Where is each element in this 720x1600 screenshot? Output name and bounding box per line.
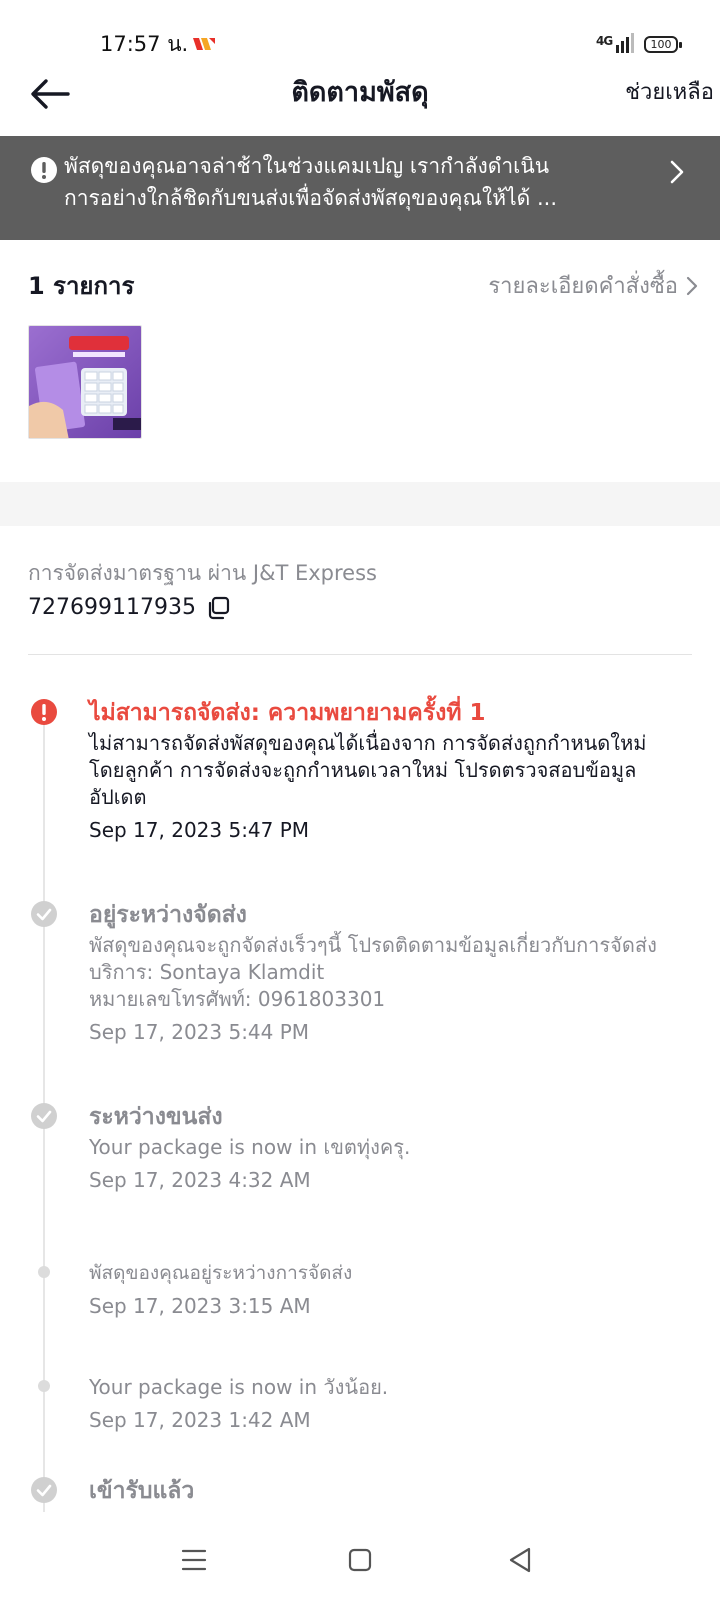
page-title: ติดตามพัสดุ xyxy=(291,77,429,108)
timeline-desc: พัสดุของคุณจะถูกจัดส่งเร็วๆนี้ โปรดติดตา… xyxy=(89,932,689,1013)
menu-icon xyxy=(181,1549,207,1571)
timeline-title: ระหว่างขนส่ง xyxy=(89,1104,223,1130)
app-header: ติดตามพัสดุ ช่วยเหลือ xyxy=(0,64,720,136)
check-icon xyxy=(31,1477,57,1503)
timeline-time: Sep 17, 2023 3:15 AM xyxy=(89,1294,311,1318)
home-square-icon xyxy=(348,1548,372,1572)
exclamation-icon xyxy=(31,157,57,183)
home-button[interactable] xyxy=(340,1540,380,1580)
product-thumbnail[interactable] xyxy=(28,325,142,439)
section-separator xyxy=(0,482,720,526)
timeline-desc-line: บริการ: Sontaya Klamdit xyxy=(89,960,325,984)
timeline-desc: ไม่สามารถจัดส่งพัสดุของคุณได้เนื่องจาก ก… xyxy=(89,730,689,811)
signal-icon xyxy=(616,33,634,53)
timeline-desc: Your package is now in เขตทุ่งครุ. xyxy=(89,1134,689,1161)
timeline-time: Sep 17, 2023 5:44 PM xyxy=(89,1020,310,1044)
recent-apps-button[interactable] xyxy=(174,1540,214,1580)
timeline-time: Sep 17, 2023 1:42 AM xyxy=(89,1408,311,1432)
check-icon xyxy=(31,901,57,927)
timeline-body: Your package is now in วังน้อย. Sep 17, … xyxy=(89,1374,689,1435)
timeline-body: พัสดุของคุณอยู่ระหว่างการจัดส่ง Sep 17, … xyxy=(89,1260,689,1321)
back-triangle-icon xyxy=(509,1547,531,1573)
delay-notice-banner[interactable]: พัสดุของคุณอาจล่าช้าในช่วงแคมเปญ เรากำลั… xyxy=(0,136,720,240)
chevron-right-icon xyxy=(670,160,684,184)
timeline-time: Sep 17, 2023 5:47 PM xyxy=(89,818,310,842)
timeline-desc-line: พัสดุของคุณอยู่ระหว่างการจัดส่ง xyxy=(89,1262,353,1284)
back-nav-button[interactable] xyxy=(500,1540,540,1580)
timeline-desc-line: โดยลูกค้า การจัดส่งจะถูกกำหนดเวลาใหม่ โป… xyxy=(89,758,637,782)
tracking-number: 727699117935 xyxy=(28,595,196,620)
timeline-body: อยู่ระหว่างจัดส่ง พัสดุของคุณจะถูกจัดส่ง… xyxy=(89,898,689,1047)
timeline-desc-line: หมายเลขโทรศัพท์: 0961803301 xyxy=(89,987,386,1011)
timeline-title: ไม่สามารถจัดส่ง: ความพยายามครั้งที่ 1 xyxy=(89,700,486,726)
chevron-right-icon xyxy=(686,276,698,295)
items-count: 1 รายการ xyxy=(28,272,135,300)
timeline-desc: Your package is now in วังน้อย. xyxy=(89,1374,689,1401)
divider xyxy=(28,654,692,655)
banner-line-1: พัสดุของคุณอาจล่าช้าในช่วงแคมเปญ เรากำลั… xyxy=(64,154,550,178)
timeline-dot xyxy=(38,1266,50,1278)
timeline-dot xyxy=(38,1380,50,1392)
timeline-body: เข้ารับแล้ว xyxy=(89,1474,689,1508)
timeline-desc-line: ไม่สามารถจัดส่งพัสดุของคุณได้เนื่องจาก ก… xyxy=(89,731,647,755)
app-notification-icon xyxy=(193,38,215,50)
battery-icon: 100 xyxy=(644,36,682,53)
timeline-desc-line: Your package is now in วังน้อย. xyxy=(89,1375,389,1399)
timeline-desc-line: Your package is now in เขตทุ่งครุ. xyxy=(89,1135,411,1159)
timeline-desc-line: พัสดุของคุณจะถูกจัดส่งเร็วๆนี้ โปรดติดตา… xyxy=(89,933,657,957)
order-details-link[interactable]: รายละเอียดคำสั่งซื้อ xyxy=(488,268,698,303)
shipping-method: การจัดส่งมาตรฐาน ผ่าน J&T Express xyxy=(28,561,377,585)
alert-circle-icon xyxy=(31,699,57,725)
status-bar: 17:57 น. 4G 100 xyxy=(0,0,720,64)
timeline-desc: พัสดุของคุณอยู่ระหว่างการจัดส่ง xyxy=(89,1260,689,1287)
banner-message: พัสดุของคุณอาจล่าช้าในช่วงแคมเปญ เรากำลั… xyxy=(64,150,650,214)
timeline-body: ระหว่างขนส่ง Your package is now in เขตท… xyxy=(89,1100,689,1195)
timeline-time: Sep 17, 2023 4:32 AM xyxy=(89,1168,311,1192)
check-icon xyxy=(31,1103,57,1129)
copy-icon[interactable] xyxy=(206,596,230,620)
timeline-title: เข้ารับแล้ว xyxy=(89,1478,195,1504)
help-link[interactable]: ช่วยเหลือ xyxy=(625,74,714,109)
system-nav-bar xyxy=(0,1520,720,1600)
timeline-desc-line: อัปเดต xyxy=(89,785,147,809)
banner-line-2: การอย่างใกล้ชิดกับขนส่งเพื่อจัดส่งพัสดุข… xyxy=(64,186,557,210)
timeline-body: ไม่สามารถจัดส่ง: ความพยายามครั้งที่ 1 ไม… xyxy=(89,696,689,845)
battery-level: 100 xyxy=(650,38,672,51)
order-details-label: รายละเอียดคำสั่งซื้อ xyxy=(488,274,678,299)
timeline-title: อยู่ระหว่างจัดส่ง xyxy=(89,902,247,928)
network-type: 4G xyxy=(596,34,613,48)
status-time: 17:57 น. xyxy=(100,32,189,56)
product-image xyxy=(29,326,141,438)
tracking-row: 727699117935 xyxy=(28,595,230,620)
